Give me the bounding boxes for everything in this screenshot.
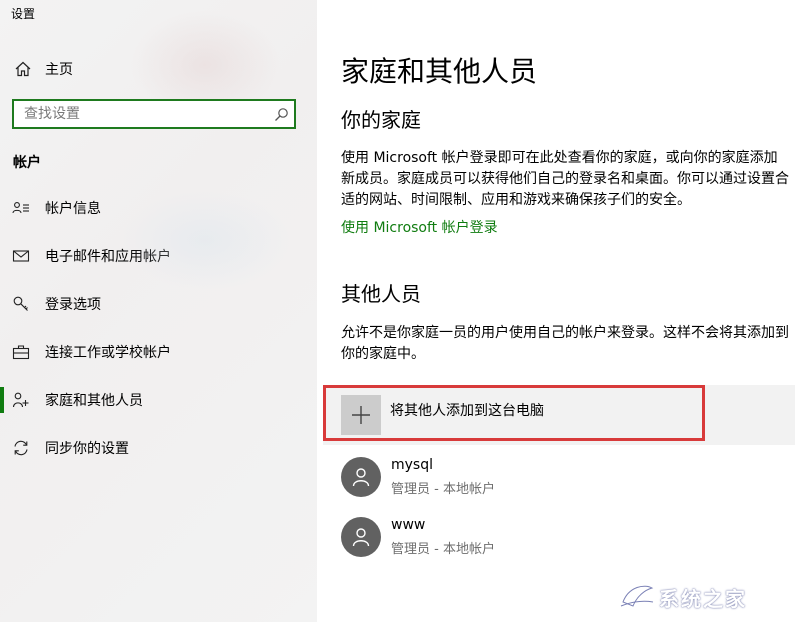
user-role: 管理员 - 本地帐户 [391,482,495,497]
plus-tile [341,395,381,435]
briefcase-icon [12,345,30,360]
sync-icon [14,440,28,456]
other-people-heading: 其他人员 [341,282,421,306]
sidebar-item-sync[interactable]: 同步你的设置 [0,430,317,466]
user-icon [352,468,370,487]
window-title: 设置 [11,7,36,21]
sidebar-item-work-school[interactable]: 连接工作或学校帐户 [0,334,317,370]
sidebar-item-label: 电子邮件和应用帐户 [45,249,171,265]
user-name: mysql [391,457,433,473]
account-info-icon [12,202,29,214]
search-icon[interactable] [274,107,289,122]
key-icon [13,296,28,311]
sidebar-item-label: 登录选项 [45,297,101,313]
nav-home[interactable]: 主页 [0,56,317,82]
add-other-user-button[interactable]: 将其他人添加到这台电脑 [323,385,795,445]
page-title: 家庭和其他人员 [341,55,538,88]
sidebar-item-family[interactable]: 家庭和其他人员 [0,382,317,418]
family-description: 使用 Microsoft 帐户登录即可在此处查看你的家庭，或向你的家庭添加新成员… [341,150,789,208]
user-name: www [391,517,426,533]
sidebar-item-label: 连接工作或学校帐户 [45,345,171,361]
avatar [341,517,381,557]
watermark-logo-icon [620,585,654,607]
plus-icon [352,406,370,424]
other-people-description: 允许不是你家庭一员的用户使用自己的帐户来登录。这样不会将其添加到你的家庭中。 [341,325,789,362]
people-icon [12,392,29,408]
search-input[interactable] [24,105,264,123]
sidebar-item-label: 帐户信息 [45,201,101,217]
user-row-mysql[interactable]: mysql 管理员 - 本地帐户 [341,457,781,501]
user-row-www[interactable]: www 管理员 - 本地帐户 [341,517,781,561]
avatar [341,457,381,497]
main-content: 家庭和其他人员 你的家庭 使用 Microsoft 帐户登录即可在此处查看你的家… [317,0,795,622]
sidebar-item-account-info[interactable]: 帐户信息 [0,190,317,226]
nav-home-label: 主页 [45,62,73,78]
sidebar-item-sign-in-options[interactable]: 登录选项 [0,286,317,322]
mail-icon [12,250,30,262]
watermark: 系统之家 [619,580,789,611]
family-heading: 你的家庭 [341,108,421,132]
user-icon [352,528,370,547]
sidebar-item-label: 同步你的设置 [45,441,129,457]
search-box[interactable] [12,99,296,129]
user-role: 管理员 - 本地帐户 [391,542,495,557]
sidebar-item-email-accounts[interactable]: 电子邮件和应用帐户 [0,238,317,274]
section-title-accounts: 帐户 [13,155,41,171]
add-other-user-label: 将其他人添加到这台电脑 [390,403,544,419]
sidebar: 设置 主页 帐户 帐户信息 电子邮件和应用帐户 [0,0,317,622]
watermark-text: 系统之家 [659,587,747,611]
home-icon [15,61,31,77]
sidebar-item-label: 家庭和其他人员 [45,393,143,409]
microsoft-sign-in-link[interactable]: 使用 Microsoft 帐户登录 [341,217,498,237]
